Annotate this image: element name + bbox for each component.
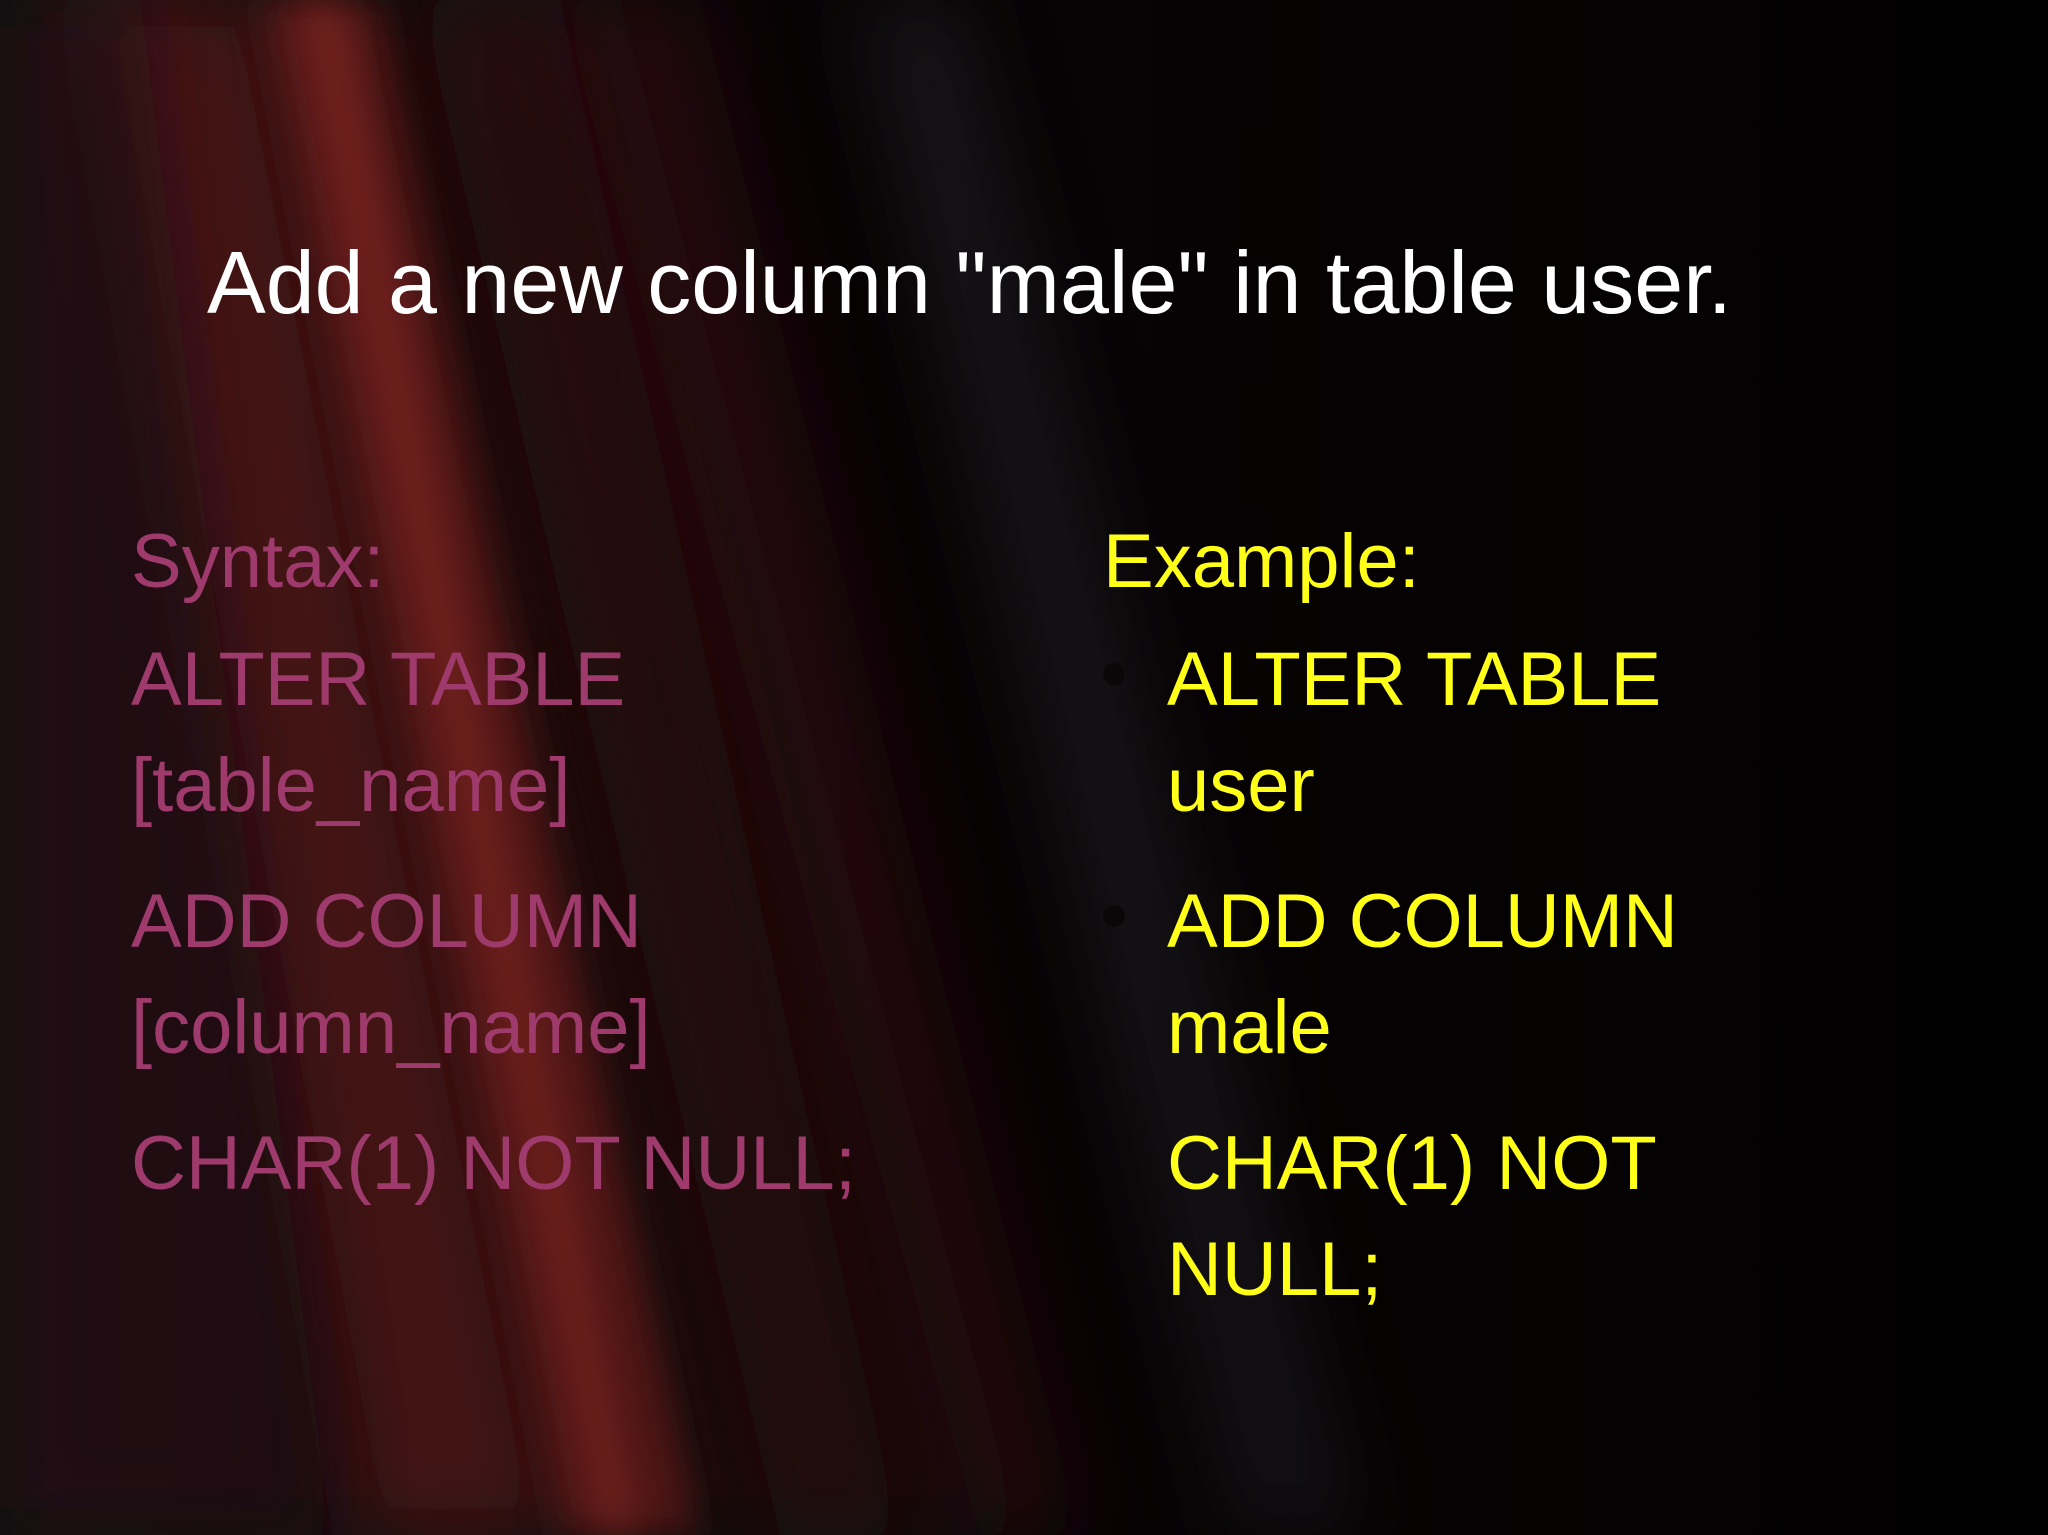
- example-line-text: ALTER TABLE: [1167, 637, 1662, 723]
- syntax-line-text: [column_name]: [131, 985, 651, 1071]
- example-heading: Example:: [1103, 519, 1420, 604]
- syntax-line-text: CHAR(1) NOT NULL;: [131, 1121, 856, 1207]
- slide-title: Add a new column "male" in table user.: [207, 233, 1733, 332]
- syntax-heading: Syntax:: [131, 519, 385, 604]
- syntax-add-column-line: ADD COLUMN [column_name]: [131, 869, 1031, 1081]
- example-add-column-item: ADD COLUMN male: [1103, 869, 1843, 1081]
- bullet-icon: [1103, 905, 1125, 928]
- example-type-item: CHAR(1) NOT NULL;: [1103, 1111, 1843, 1323]
- example-line-text: CHAR(1) NOT: [1167, 1121, 1657, 1207]
- example-line-text: NULL;: [1167, 1227, 1383, 1313]
- example-alter-table-item: ALTER TABLE user: [1103, 627, 1843, 839]
- syntax-line-text: ALTER TABLE: [131, 637, 626, 723]
- syntax-column: Syntax: ALTER TABLE [table_name] ADD COL…: [131, 518, 1031, 1247]
- example-line-text: user: [1167, 743, 1315, 829]
- slide: Add a new column "male" in table user. S…: [0, 0, 2048, 1535]
- syntax-type-line: CHAR(1) NOT NULL;: [131, 1111, 1031, 1217]
- bullet-icon: [1103, 663, 1125, 686]
- syntax-alter-table-line: ALTER TABLE [table_name]: [131, 627, 1031, 839]
- example-column: Example: ALTER TABLE user ADD COLUMN mal…: [1103, 518, 1843, 1353]
- syntax-line-text: [table_name]: [131, 743, 571, 829]
- syntax-line-text: ADD COLUMN: [131, 879, 642, 965]
- example-line-text: ADD COLUMN: [1167, 879, 1678, 965]
- example-line-text: male: [1167, 985, 1332, 1071]
